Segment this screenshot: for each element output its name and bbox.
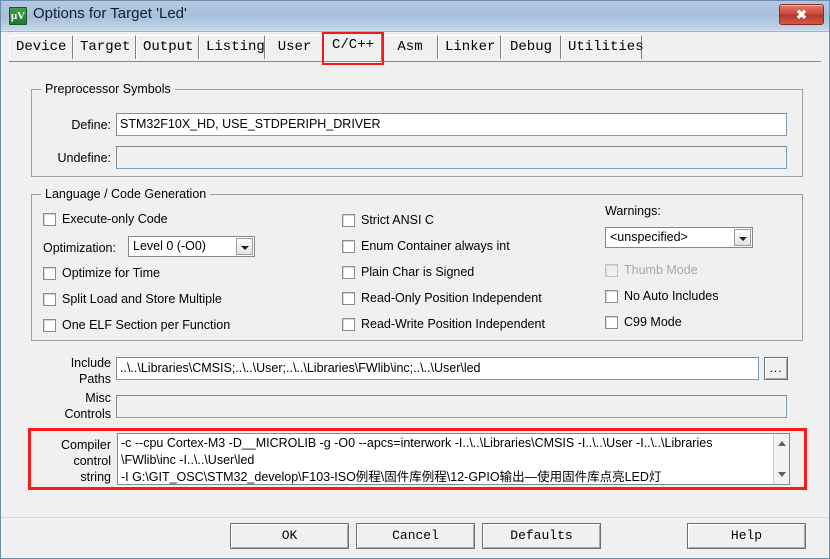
include-paths-label-line2: Paths	[79, 372, 111, 386]
define-label: Define:	[71, 118, 111, 132]
tab-device[interactable]: Device	[9, 35, 73, 59]
checkbox-box[interactable]	[43, 267, 56, 280]
checkbox-box[interactable]	[342, 214, 355, 227]
checkbox-box[interactable]	[43, 213, 56, 226]
close-icon[interactable]: ✖	[779, 4, 824, 25]
optimization-select[interactable]: Level 0 (-O0)	[128, 236, 255, 257]
misc-controls-label-line2: Controls	[64, 407, 111, 421]
checkbox-box[interactable]	[605, 316, 618, 329]
checkbox-label: No Auto Includes	[624, 289, 719, 303]
checkbox-label: Read-Write Position Independent	[361, 317, 545, 331]
options-dialog: µV Options for Target 'Led' ✖ Device Tar…	[0, 0, 830, 559]
checkbox-box[interactable]	[43, 293, 56, 306]
ok-button[interactable]: OK	[230, 523, 349, 549]
checkbox-label: Optimize for Time	[62, 266, 160, 280]
warnings-label: Warnings:	[605, 204, 661, 218]
undefine-label: Undefine:	[57, 151, 111, 165]
optimization-value: Level 0 (-O0)	[133, 239, 206, 253]
tab-listing[interactable]: Listing	[199, 35, 265, 59]
language-code-generation-title: Language / Code Generation	[41, 187, 211, 201]
preprocessor-symbols-title: Preprocessor Symbols	[41, 82, 175, 96]
warnings-select[interactable]: <unspecified>	[605, 227, 753, 248]
uvision-icon: µV	[9, 7, 27, 25]
include-paths-label-line1: Include	[70, 356, 111, 370]
tab-strip: Device Target Output Listing User C/C++ …	[1, 32, 829, 62]
compiler-control-string-label-line2: control	[73, 454, 111, 468]
checkbox-label: Strict ANSI C	[361, 213, 434, 227]
checkbox-box[interactable]	[342, 292, 355, 305]
help-button[interactable]: Help	[687, 523, 806, 549]
cancel-button[interactable]: Cancel	[356, 523, 475, 549]
include-paths-browse-button[interactable]: ...	[764, 357, 788, 380]
checkbox-label: Execute-only Code	[62, 212, 168, 226]
defaults-button[interactable]: Defaults	[482, 523, 601, 549]
warnings-value: <unspecified>	[610, 230, 688, 244]
misc-controls-input[interactable]	[116, 395, 787, 418]
checkbox-label: One ELF Section per Function	[62, 318, 231, 332]
tab-output[interactable]: Output	[136, 35, 199, 59]
checkbox-label: Split Load and Store Multiple	[62, 292, 222, 306]
scroll-down-arrow-icon[interactable]	[774, 466, 789, 482]
optimization-label: Optimization:	[43, 241, 116, 255]
checkbox-label: C99 Mode	[624, 315, 682, 329]
checkbox-box[interactable]	[605, 290, 618, 303]
tab-user[interactable]: User	[265, 35, 324, 59]
button-bar-divider	[1, 517, 829, 518]
define-input[interactable]: STM32F10X_HD, USE_STDPERIPH_DRIVER	[116, 113, 787, 136]
compiler-control-string-scrollbar[interactable]	[773, 434, 789, 484]
chevron-down-icon[interactable]	[236, 238, 253, 255]
misc-controls-label-line1: Misc	[85, 391, 111, 405]
tab-strip-divider	[9, 61, 821, 62]
tab-linker[interactable]: Linker	[438, 35, 501, 59]
checkbox-label: Enum Container always int	[361, 239, 510, 253]
include-paths-input[interactable]: ..\..\Libraries\CMSIS;..\..\User;..\..\L…	[116, 357, 759, 380]
compiler-control-string-label-line1: Compiler	[60, 438, 111, 452]
checkbox-box	[605, 264, 618, 277]
chevron-down-icon[interactable]	[734, 229, 751, 246]
tab-utilities[interactable]: Utilities	[561, 35, 644, 59]
tab-target[interactable]: Target	[73, 35, 136, 59]
compiler-control-string-value: -c --cpu Cortex-M3 -D__MICROLIB -g -O0 -…	[121, 436, 713, 484]
compiler-control-string-label-line3: string	[80, 470, 111, 484]
window-title: Options for Target 'Led'	[33, 5, 187, 22]
checkbox-box[interactable]	[342, 318, 355, 331]
checkbox-box[interactable]	[342, 240, 355, 253]
tab-debug[interactable]: Debug	[501, 35, 561, 59]
title-bar: µV Options for Target 'Led' ✖	[1, 1, 829, 32]
tab-c-cpp[interactable]: C/C++	[324, 32, 382, 61]
undefine-input[interactable]	[116, 146, 787, 169]
checkbox-label: Thumb Mode	[624, 263, 698, 277]
checkbox-label: Read-Only Position Independent	[361, 291, 542, 305]
checkbox-label: Plain Char is Signed	[361, 265, 475, 279]
checkbox-box[interactable]	[43, 319, 56, 332]
scroll-up-arrow-icon[interactable]	[774, 436, 789, 452]
compiler-control-string-textarea[interactable]: -c --cpu Cortex-M3 -D__MICROLIB -g -O0 -…	[117, 433, 790, 485]
checkbox-box[interactable]	[342, 266, 355, 279]
tab-asm[interactable]: Asm	[382, 35, 438, 59]
